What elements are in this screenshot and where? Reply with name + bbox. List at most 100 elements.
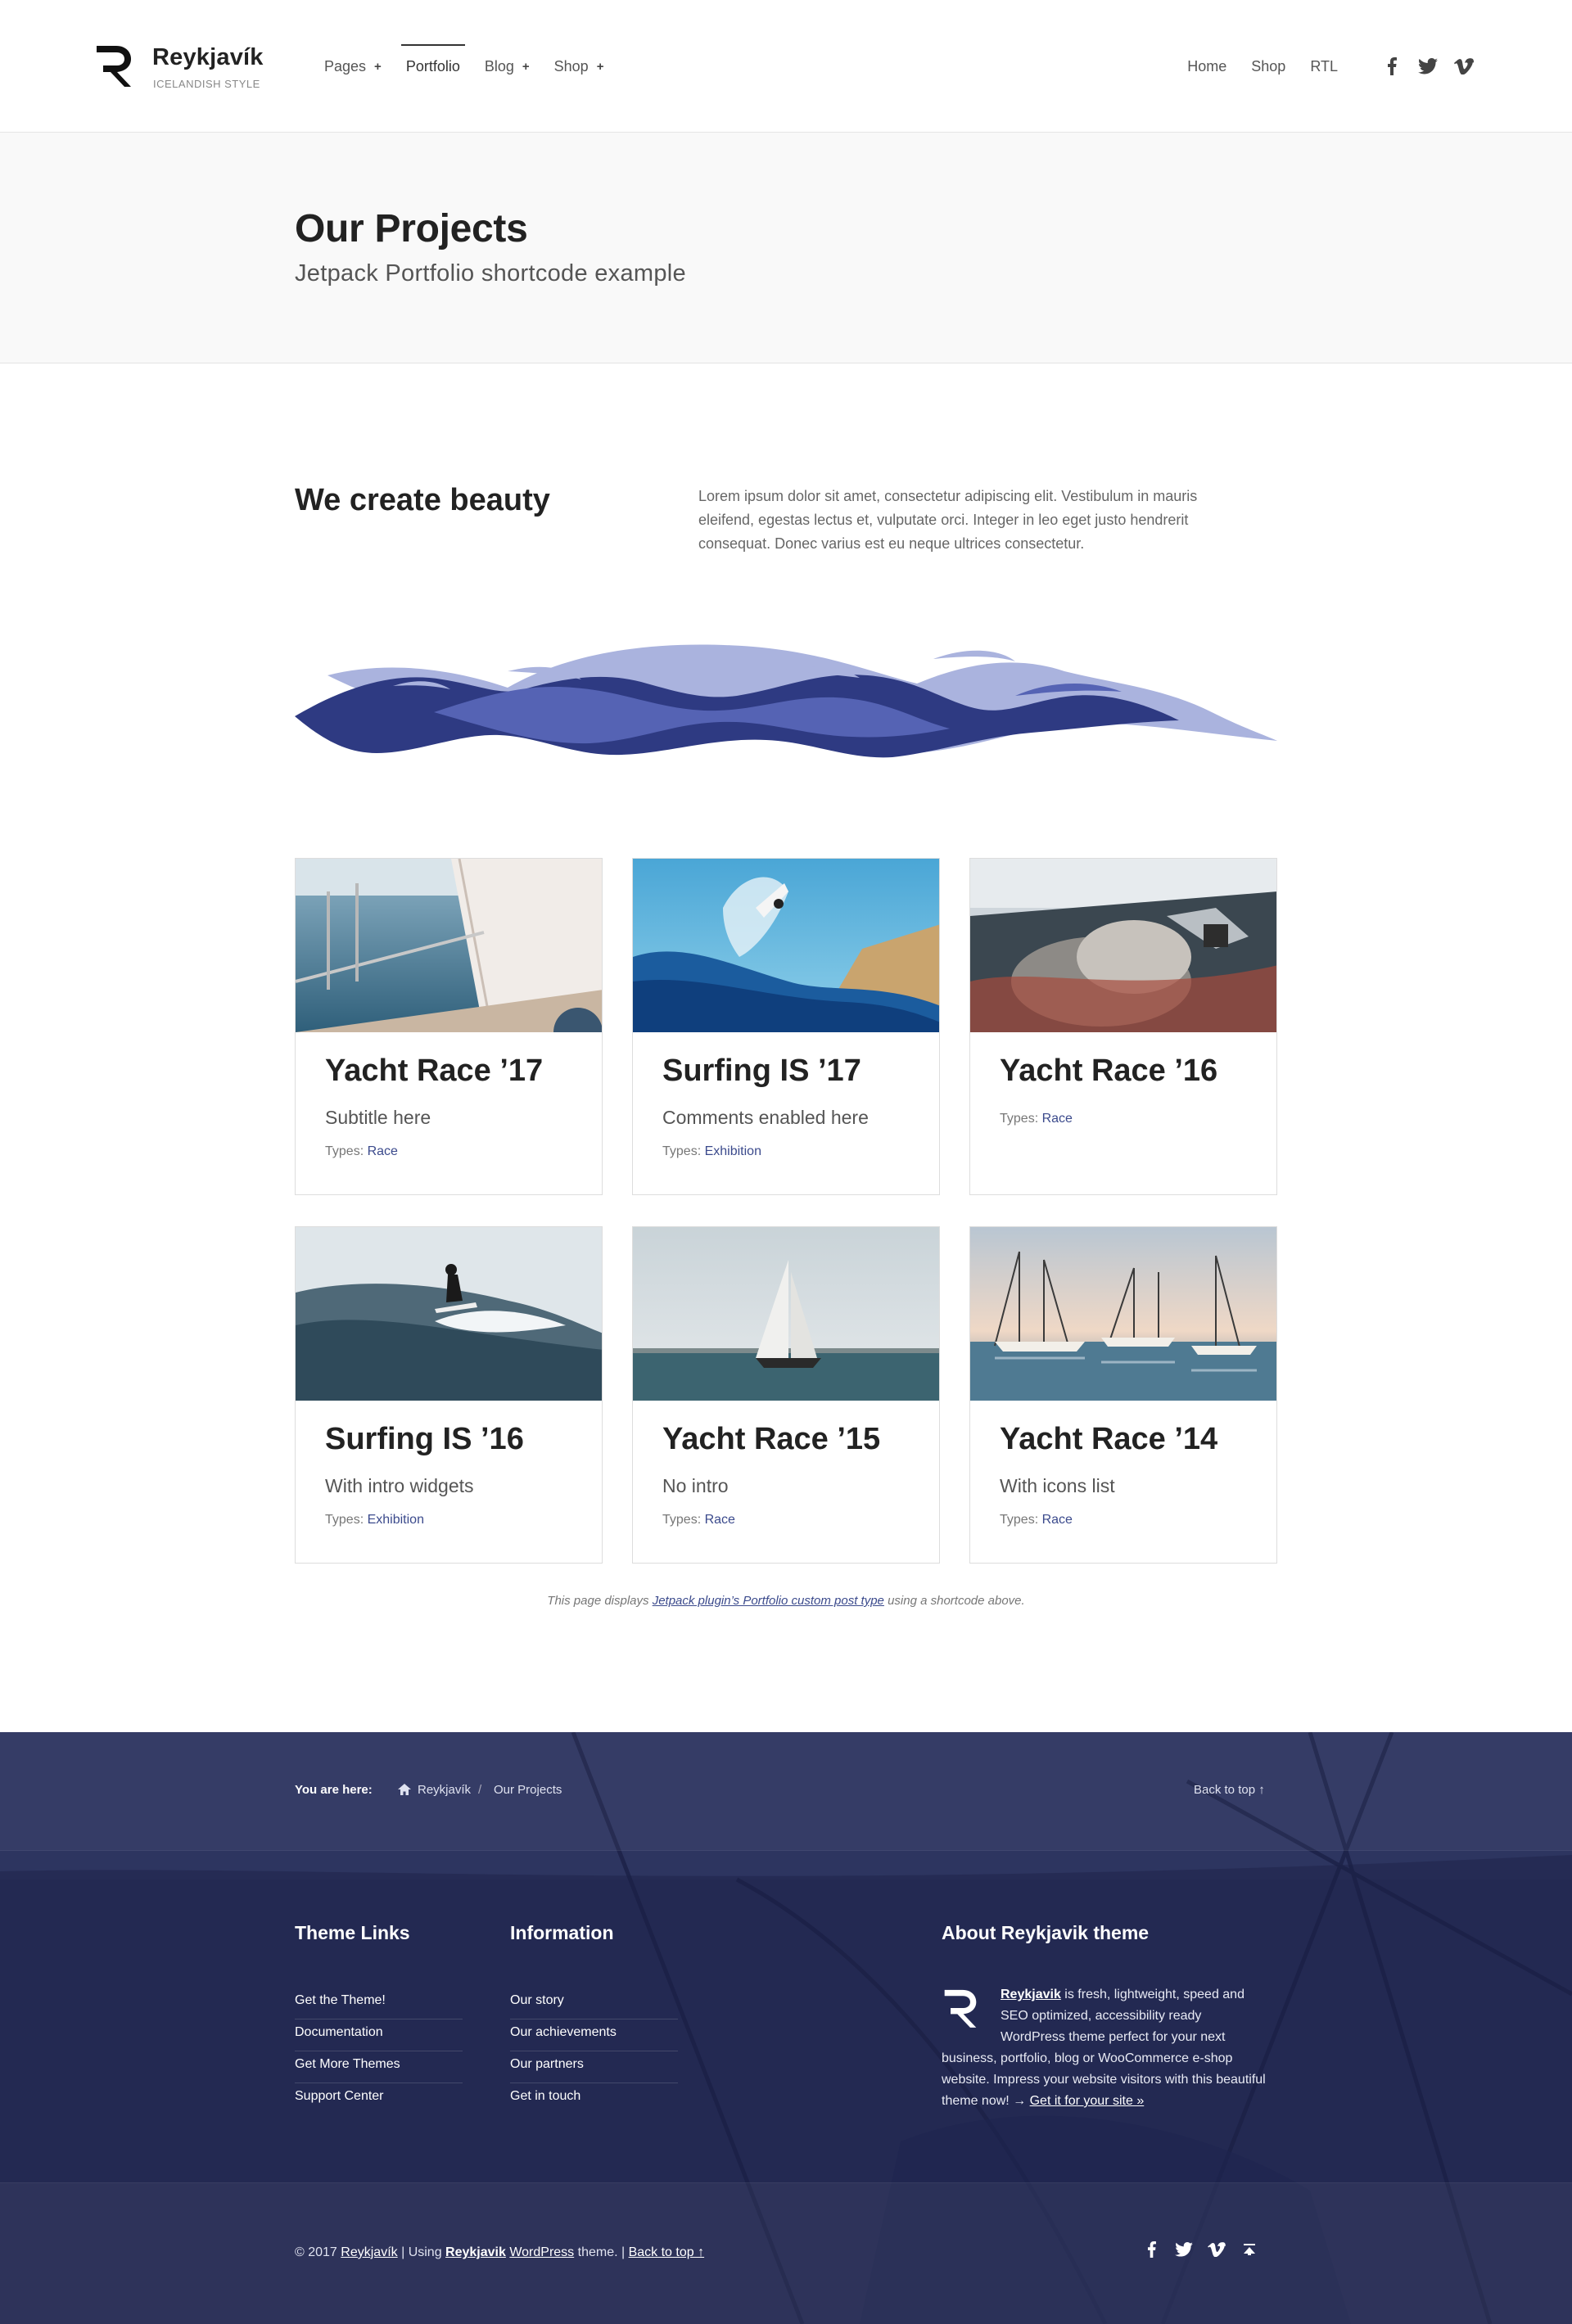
page-subtitle: Jetpack Portfolio shortcode example xyxy=(295,260,686,287)
wordpress-link[interactable]: WordPress xyxy=(509,2245,574,2259)
portfolio-item-types: Types: Race xyxy=(325,1144,398,1159)
portfolio-item[interactable]: Yacht Race ’14 With icons list Types: Ra… xyxy=(969,1226,1277,1564)
secondary-nav-shop[interactable]: Shop xyxy=(1251,58,1285,75)
back-to-top-link[interactable]: Back to top ↑ xyxy=(629,2245,705,2259)
yacht-deck-photo xyxy=(296,859,602,1032)
waves-illustration xyxy=(295,644,1277,758)
types-label: Types: xyxy=(1000,1112,1039,1126)
home-icon xyxy=(398,1784,411,1795)
note-prefix: This page displays xyxy=(547,1594,653,1608)
twitter-icon[interactable] xyxy=(1418,56,1438,76)
types-label: Types: xyxy=(662,1144,702,1158)
note-suffix: using a shortcode above. xyxy=(883,1594,1025,1608)
breadcrumb-current: Our Projects xyxy=(494,1783,562,1797)
intro-section: We create beauty Lorem ipsum dolor sit a… xyxy=(0,363,1572,609)
nav-item-portfolio[interactable]: Portfolio xyxy=(400,0,465,133)
nav-item-shop[interactable]: Shop + xyxy=(554,0,604,133)
portfolio-item-subtitle: Comments enabled here xyxy=(662,1107,869,1128)
surfer-aerial-photo xyxy=(633,859,939,1032)
copyright-prefix: © 2017 xyxy=(295,2245,341,2259)
portfolio-item-subtitle: With icons list xyxy=(1000,1475,1115,1496)
nav-label: Pages xyxy=(324,57,367,74)
type-link[interactable]: Exhibition xyxy=(705,1144,761,1158)
intro-text: Lorem ipsum dolor sit amet, consectetur … xyxy=(698,488,1198,552)
page-title: Our Projects xyxy=(295,207,528,250)
theme-link[interactable]: Reykjavik xyxy=(445,2245,506,2259)
primary-nav: Pages + Portfolio Blog + Shop + xyxy=(324,0,628,133)
portfolio-item[interactable]: Yacht Race ’17 Subtitle here Types: Race xyxy=(295,858,603,1195)
expand-plus-icon: + xyxy=(596,59,604,74)
page-header: Our Projects Jetpack Portfolio shortcode… xyxy=(0,133,1572,363)
intro-heading: We create beauty xyxy=(295,483,550,517)
portfolio-item[interactable]: Surfing IS ’16 With intro widgets Types:… xyxy=(295,1226,603,1564)
nav-label: Blog xyxy=(484,57,514,74)
portfolio-item[interactable]: Surfing IS ’17 Comments enabled here Typ… xyxy=(632,858,940,1195)
nav-item-blog[interactable]: Blog + xyxy=(485,0,530,133)
facebook-icon[interactable] xyxy=(1141,2240,1161,2259)
footer-link-get-theme[interactable]: Get the Theme! xyxy=(295,1988,463,2019)
copyright-site-link[interactable]: Reykjavík xyxy=(341,2245,397,2259)
back-to-top-icon[interactable] xyxy=(1240,2240,1259,2259)
types-label: Types: xyxy=(325,1513,364,1527)
portfolio-item-subtitle: With intro widgets xyxy=(325,1475,474,1496)
nav-item-pages[interactable]: Pages + xyxy=(324,0,382,133)
expand-plus-icon: + xyxy=(522,59,530,74)
vimeo-icon[interactable] xyxy=(1207,2240,1226,2259)
portfolio-item-title[interactable]: Yacht Race ’14 xyxy=(1000,1422,1217,1457)
breadcrumb-bar xyxy=(0,1732,1572,1851)
secondary-nav: Home Shop RTL xyxy=(1163,0,1338,133)
portfolio-item-types: Types: Exhibition xyxy=(325,1513,424,1528)
secondary-nav-rtl[interactable]: RTL xyxy=(1310,58,1338,75)
copyright: © 2017 Reykjavík | Using Reykjavik WordP… xyxy=(295,2245,704,2260)
type-link[interactable]: Race xyxy=(705,1513,735,1527)
footer-col-title-about: About Reykjavik theme xyxy=(942,1922,1150,1943)
type-link[interactable]: Race xyxy=(1042,1112,1073,1126)
header-social-links xyxy=(1366,0,1474,133)
back-to-top-link[interactable]: Back to top ↑ xyxy=(1194,1783,1265,1797)
get-theme-link[interactable]: Get it for your site » xyxy=(1030,2094,1145,2108)
types-label: Types: xyxy=(1000,1513,1039,1527)
type-link[interactable]: Race xyxy=(1042,1513,1073,1527)
portfolio-item-types: Types: Race xyxy=(1000,1112,1073,1126)
yacht-winch-photo xyxy=(970,859,1276,1032)
portfolio-item-subtitle: No intro xyxy=(662,1475,729,1496)
portfolio-item-title[interactable]: Surfing IS ’16 xyxy=(325,1422,524,1457)
facebook-icon[interactable] xyxy=(1382,56,1402,76)
twitter-icon[interactable] xyxy=(1174,2240,1194,2259)
footer-link-documentation[interactable]: Documentation xyxy=(295,2019,463,2051)
footer-link-partners[interactable]: Our partners xyxy=(510,2051,678,2083)
breadcrumb-home-link[interactable]: Reykjavík xyxy=(418,1783,471,1797)
logo-icon[interactable] xyxy=(93,43,134,88)
portfolio-item-title[interactable]: Yacht Race ’15 xyxy=(662,1422,880,1457)
surfer-wave-photo xyxy=(296,1227,602,1401)
nav-label: Shop xyxy=(553,57,589,74)
copyright-mid: | Using xyxy=(397,2245,446,2259)
copyright-suffix: theme. | xyxy=(574,2245,629,2259)
portfolio-item[interactable]: Yacht Race ’16 Types: Race xyxy=(969,858,1277,1195)
footer-link-support[interactable]: Support Center xyxy=(295,2083,463,2115)
sailboat-sea-photo xyxy=(633,1227,939,1401)
jetpack-portfolio-link[interactable]: Jetpack plugin’s Portfolio custom post t… xyxy=(653,1594,884,1608)
secondary-nav-home[interactable]: Home xyxy=(1187,58,1226,75)
footer-link-get-in-touch[interactable]: Get in touch xyxy=(510,2083,678,2115)
portfolio-item[interactable]: Yacht Race ’15 No intro Types: Race xyxy=(632,1226,940,1564)
type-link[interactable]: Exhibition xyxy=(368,1513,424,1527)
types-label: Types: xyxy=(662,1513,702,1527)
portfolio-item-title[interactable]: Yacht Race ’17 xyxy=(325,1054,543,1089)
portfolio-item-types: Types: Exhibition xyxy=(662,1144,761,1159)
footer-link-our-story[interactable]: Our story xyxy=(510,1988,678,2019)
type-link[interactable]: Race xyxy=(368,1144,398,1158)
site-title[interactable]: Reykjavík xyxy=(152,44,264,71)
portfolio-item-title[interactable]: Surfing IS ’17 xyxy=(662,1054,861,1089)
types-label: Types: xyxy=(325,1144,364,1158)
footer-social-links xyxy=(1141,2240,1272,2259)
footer-link-achievements[interactable]: Our achievements xyxy=(510,2019,678,2051)
breadcrumb-separator: / xyxy=(478,1783,482,1797)
footer-link-more-themes[interactable]: Get More Themes xyxy=(295,2051,463,2083)
about-brand-link[interactable]: Reykjavik xyxy=(1001,1988,1061,2001)
portfolio-item-subtitle: Subtitle here xyxy=(325,1107,431,1128)
information-links-list: Our story Our achievements Our partners … xyxy=(510,1988,678,2115)
portfolio-item-types: Types: Race xyxy=(662,1513,735,1528)
portfolio-item-title[interactable]: Yacht Race ’16 xyxy=(1000,1054,1217,1089)
vimeo-icon[interactable] xyxy=(1454,56,1474,76)
